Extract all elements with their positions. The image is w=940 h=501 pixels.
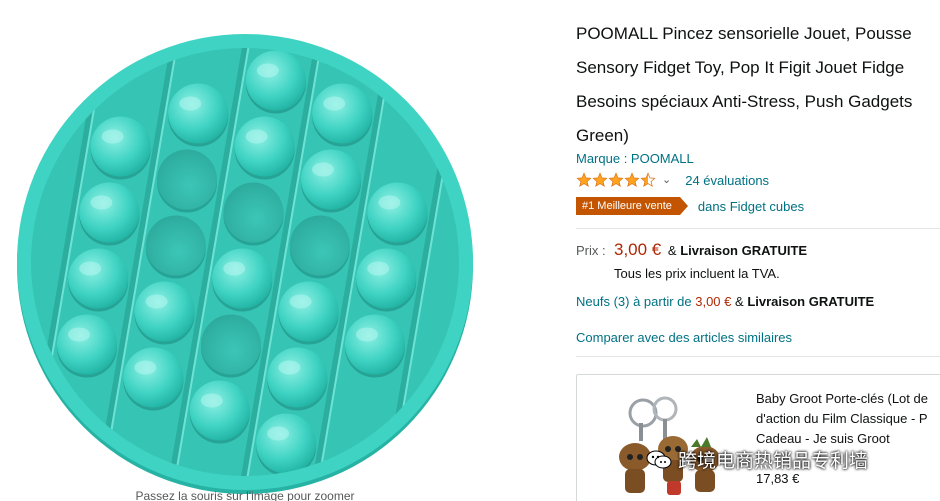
reviews-link[interactable]: 24 évaluations	[685, 173, 769, 188]
pop-bubble	[212, 248, 273, 309]
pop-bubble	[157, 149, 218, 210]
bubble-highlight	[256, 63, 279, 78]
ad-price: 17,83 €	[756, 471, 800, 486]
pop-bubble	[301, 149, 362, 210]
pop-bubble	[289, 215, 350, 276]
pop-bubble	[56, 314, 117, 375]
bubble-highlight	[134, 360, 157, 375]
star-icon	[592, 172, 608, 187]
divider	[576, 228, 940, 229]
watermark: 跨境电商热销品专利墙	[646, 446, 868, 473]
free-shipping: Livraison GRATUITE	[680, 243, 808, 258]
pop-bubble	[123, 347, 184, 408]
bubble-highlight	[179, 96, 202, 111]
bestseller-badge[interactable]: #1 Meilleure vente	[576, 197, 688, 215]
offers-shipping: Livraison GRATUITE	[747, 294, 875, 309]
pop-bubble	[200, 314, 261, 375]
bestseller-row: #1 Meilleure vente dans Fidget cubes	[576, 195, 804, 217]
bubble-highlight	[67, 327, 90, 342]
bubble-highlight	[223, 261, 246, 276]
price-line: 3,00 € & Livraison GRATUITE	[614, 240, 807, 260]
product-info: POOMALL Pincez sensorielle Jouet, Pousse…	[576, 0, 940, 501]
title-line: POOMALL Pincez sensorielle Jouet, Pousse	[576, 24, 912, 43]
price-amp: &	[667, 243, 677, 258]
title-line: Besoins spéciaux Anti-Stress, Push Gadge…	[576, 92, 913, 111]
pop-bubble	[356, 248, 417, 309]
bubble-highlight	[289, 294, 312, 309]
pop-bubble	[90, 116, 151, 177]
sponsored-ad-card[interactable]: Baby Groot Porte-clés (Lot de d'action d…	[576, 374, 940, 501]
bubble-highlight	[323, 96, 346, 111]
title-line: Sensory Fidget Toy, Pop It Figit Jouet F…	[576, 58, 905, 77]
pop-bubble	[134, 281, 195, 342]
product-title: POOMALL Pincez sensorielle Jouet, Pousse…	[576, 17, 940, 153]
bubble-highlight	[245, 129, 268, 144]
watermark-text: 跨境电商热销品专利墙	[678, 451, 869, 472]
rating-row[interactable]: ⌄ 24 évaluations	[576, 170, 769, 190]
tax-note: Tous les prix incluent la TVA.	[614, 266, 780, 281]
star-icon	[608, 172, 624, 187]
offers-link[interactable]: Neufs (3) à partir de	[576, 294, 692, 309]
bubble-highlight	[79, 261, 102, 276]
bubble-highlight	[267, 426, 290, 441]
offers-price: 3,00 €	[695, 294, 732, 309]
star-icon	[576, 172, 592, 187]
chevron-down-icon[interactable]: ⌄	[662, 173, 671, 186]
pop-bubble	[79, 182, 140, 243]
ad-title-line: Baby Groot Porte-clés (Lot de	[756, 391, 928, 406]
pop-bubble	[344, 314, 405, 375]
offers-amp: &	[735, 294, 744, 309]
bubble-highlight	[355, 327, 378, 342]
star-icon	[640, 172, 656, 187]
ad-title[interactable]: Baby Groot Porte-clés (Lot de d'action d…	[756, 389, 940, 449]
bubble-highlight	[90, 195, 113, 210]
brand-link[interactable]: Marque : POOMALL	[576, 151, 694, 166]
pop-bubble	[312, 83, 373, 144]
bubble-highlight	[145, 294, 168, 309]
bubble-highlight	[312, 162, 335, 177]
price-label: Prix :	[576, 243, 606, 258]
bestseller-category-link[interactable]: dans Fidget cubes	[698, 199, 804, 214]
pop-bubble	[278, 281, 339, 342]
ad-title-line: d'action du Film Classique - P	[756, 411, 928, 426]
pop-it-toy-image	[17, 34, 473, 494]
bubble-highlight	[200, 393, 223, 408]
bubble-highlight	[378, 195, 401, 210]
title-line: Green)	[576, 126, 629, 145]
pop-bubble	[367, 182, 428, 243]
product-image[interactable]: Passez la souris sur l'image pour zoomer	[0, 0, 560, 501]
wechat-icon	[646, 450, 672, 468]
pop-bubble	[168, 83, 229, 144]
pop-bubble	[256, 413, 317, 474]
offers-line: Neufs (3) à partir de 3,00 € & Livraison…	[576, 294, 874, 309]
groot-keychain-image	[619, 396, 720, 495]
star-icon	[624, 172, 640, 187]
pop-bubble	[145, 215, 206, 276]
pop-bubble	[189, 380, 250, 441]
pop-bubble	[68, 248, 129, 309]
pop-bubble	[267, 347, 328, 408]
price-value: 3,00 €	[614, 240, 662, 259]
bubble-highlight	[278, 360, 301, 375]
pop-bubble	[223, 182, 284, 243]
star-rating[interactable]	[576, 172, 656, 188]
pop-bubble	[245, 50, 306, 111]
bubble-highlight	[367, 261, 390, 276]
divider	[576, 356, 940, 357]
zoom-hint: Passez la souris sur l'image pour zoomer	[135, 489, 355, 501]
compare-link[interactable]: Comparer avec des articles similaires	[576, 330, 792, 345]
bubble-highlight	[101, 129, 124, 144]
pop-bubble	[234, 116, 295, 177]
